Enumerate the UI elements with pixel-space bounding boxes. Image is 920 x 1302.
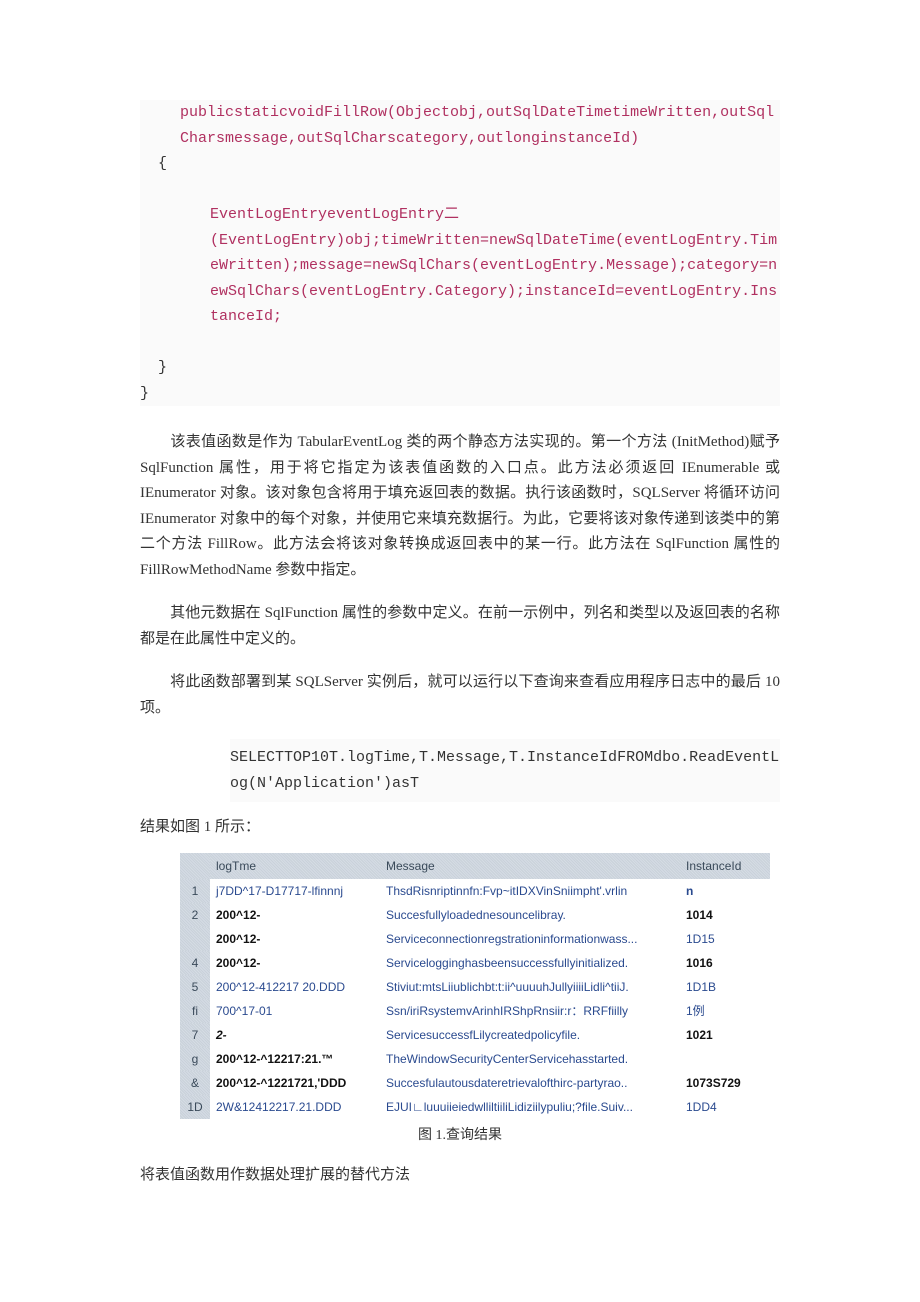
table-body: 1j7DD^17-D17717-lfinnnjThsdRisnriptinnfn… (180, 879, 770, 1119)
paragraph-3: 将此函数部署到某 SQLServer 实例后，就可以运行以下查询来查看应用程序日… (140, 670, 780, 721)
paragraph-1: 该表值函数是作为 TabularEventLog 类的两个静态方法实现的。第一个… (140, 430, 780, 583)
row-number: 1D (180, 1095, 210, 1119)
cell-instanceid: 1016 (680, 951, 770, 975)
table-row: 72-ServicesuccessfLilycreatedpolicyfile.… (180, 1023, 770, 1047)
sql-text: SELECTTOP10T.logTime,T.Message,T.Instanc… (230, 749, 779, 792)
cell-logtime: 200^12- (210, 951, 380, 975)
row-number: 7 (180, 1023, 210, 1047)
cell-logtime: 200^12-^1221721,'DDD (210, 1071, 380, 1095)
cell-logtime: 2W&12412217.21.DDD (210, 1095, 380, 1119)
table-header-message: Message (380, 853, 680, 879)
paragraph-1-text: 该表值函数是作为 TabularEventLog 类的两个静态方法实现的。第一个… (140, 434, 780, 578)
table-header-blank (180, 853, 210, 879)
cell-logtime: j7DD^17-D17717-lfinnnj (210, 879, 380, 903)
table-row: &200^12-^1221721,'DDDSuccesfulautousdate… (180, 1071, 770, 1095)
cell-message: Servicelogginghasbeensuccessfullyinitial… (380, 951, 680, 975)
cell-message: Serviceconnectionregstrationinformationw… (380, 927, 680, 951)
row-number: 5 (180, 975, 210, 999)
table-header-row: logTme Message InstanceId (180, 853, 770, 879)
cell-message: EJUI∟luuuiieiedwlliltiiliLidiziilypuliu;… (380, 1095, 680, 1119)
cell-logtime: 200^12-412217 20.DDD (210, 975, 380, 999)
table-row: 1D2W&12412217.21.DDDEJUI∟luuuiieiedwllil… (180, 1095, 770, 1119)
cell-instanceid (680, 1047, 770, 1071)
row-number (180, 927, 210, 951)
result-table: logTme Message InstanceId 1j7DD^17-D1771… (180, 853, 770, 1119)
paragraph-2-text: 其他元数据在 SqlFunction 属性的参数中定义。在前一示例中，列名和类型… (140, 605, 780, 647)
cell-message: ServicesuccessfLilycreatedpolicyfile. (380, 1023, 680, 1047)
row-number: & (180, 1071, 210, 1095)
cell-instanceid: 1DD4 (680, 1095, 770, 1119)
code-brace-open: { (140, 151, 780, 177)
result-table-wrap: logTme Message InstanceId 1j7DD^17-D1771… (180, 853, 770, 1119)
paragraph-3-text: 将此函数部署到某 SQLServer 实例后，就可以运行以下查询来查看应用程序日… (140, 674, 780, 716)
cell-instanceid: n (680, 879, 770, 903)
table-row: 1j7DD^17-D17717-lfinnnjThsdRisnriptinnfn… (180, 879, 770, 903)
table-row: fi700^17-01Ssn/iriRsystemvArinhIRShpRnsi… (180, 999, 770, 1023)
cell-message: Succesfulautousdateretrievalofthirc-part… (380, 1071, 680, 1095)
result-caption-text: 结果如图 1 所示： (140, 819, 260, 835)
table-row: 4200^12-Servicelogginghasbeensuccessfull… (180, 951, 770, 975)
row-number: 1 (180, 879, 210, 903)
code-brace-close-outer: } (140, 381, 780, 407)
paragraph-2: 其他元数据在 SqlFunction 属性的参数中定义。在前一示例中，列名和类型… (140, 601, 780, 652)
section-subheading: 将表值函数用作数据处理扩展的替代方法 (140, 1164, 780, 1187)
cell-logtime: 200^12- (210, 903, 380, 927)
table-row: 200^12-Serviceconnectionregstrationinfor… (180, 927, 770, 951)
cell-message: Succesfullyloadednesouncelibray. (380, 903, 680, 927)
code-line-entry2: (EventLogEntry)obj;timeWritten=newSqlDat… (140, 228, 780, 330)
row-number: fi (180, 999, 210, 1023)
cell-logtime: 200^12- (210, 927, 380, 951)
cell-logtime: 200^12-^12217:21.™ (210, 1047, 380, 1071)
code-brace-close-inner: } (140, 355, 780, 381)
row-number: 4 (180, 951, 210, 975)
section-subheading-text: 将表值函数用作数据处理扩展的替代方法 (140, 1167, 410, 1183)
cell-message: ThsdRisnriptinnfn:Fvp~itIDXVinSniimpht'.… (380, 879, 680, 903)
cell-instanceid: 1073S729 (680, 1071, 770, 1095)
cell-logtime: 700^17-01 (210, 999, 380, 1023)
cell-instanceid: 1例 (680, 999, 770, 1023)
result-caption: 结果如图 1 所示： (140, 816, 780, 839)
cell-message: Ssn/iriRsystemvArinhIRShpRnsiir:r：RRFfii… (380, 999, 680, 1023)
cell-instanceid: 1D15 (680, 927, 770, 951)
cell-logtime: 2- (210, 1023, 380, 1047)
table-row: 5200^12-412217 20.DDDStiviut:mtsLiiublic… (180, 975, 770, 999)
table-row: g200^12-^12217:21.™TheWindowSecurityCent… (180, 1047, 770, 1071)
table-header-logtime: logTme (210, 853, 380, 879)
figure-caption: 图 1.查询结果 (140, 1125, 780, 1146)
cell-instanceid: 1014 (680, 903, 770, 927)
row-number: g (180, 1047, 210, 1071)
cell-message: Stiviut:mtsLiiublichbt:t:ii^uuuuhJullyii… (380, 975, 680, 999)
cell-instanceid: 1D1B (680, 975, 770, 999)
table-row: 2200^12-Succesfullyloadednesouncelibray.… (180, 903, 770, 927)
cell-instanceid: 1021 (680, 1023, 770, 1047)
cell-message: TheWindowSecurityCenterServicehasstarted… (380, 1047, 680, 1071)
row-number: 2 (180, 903, 210, 927)
code-line-signature: publicstaticvoidFillRow(Objectobj,outSql… (140, 100, 780, 151)
sql-block: SELECTTOP10T.logTime,T.Message,T.Instanc… (230, 739, 780, 802)
table-header-instanceid: InstanceId (680, 853, 770, 879)
code-line-entry1: EventLogEntryeventLogEntry二 (140, 202, 780, 228)
code-block: publicstaticvoidFillRow(Objectobj,outSql… (140, 100, 780, 406)
